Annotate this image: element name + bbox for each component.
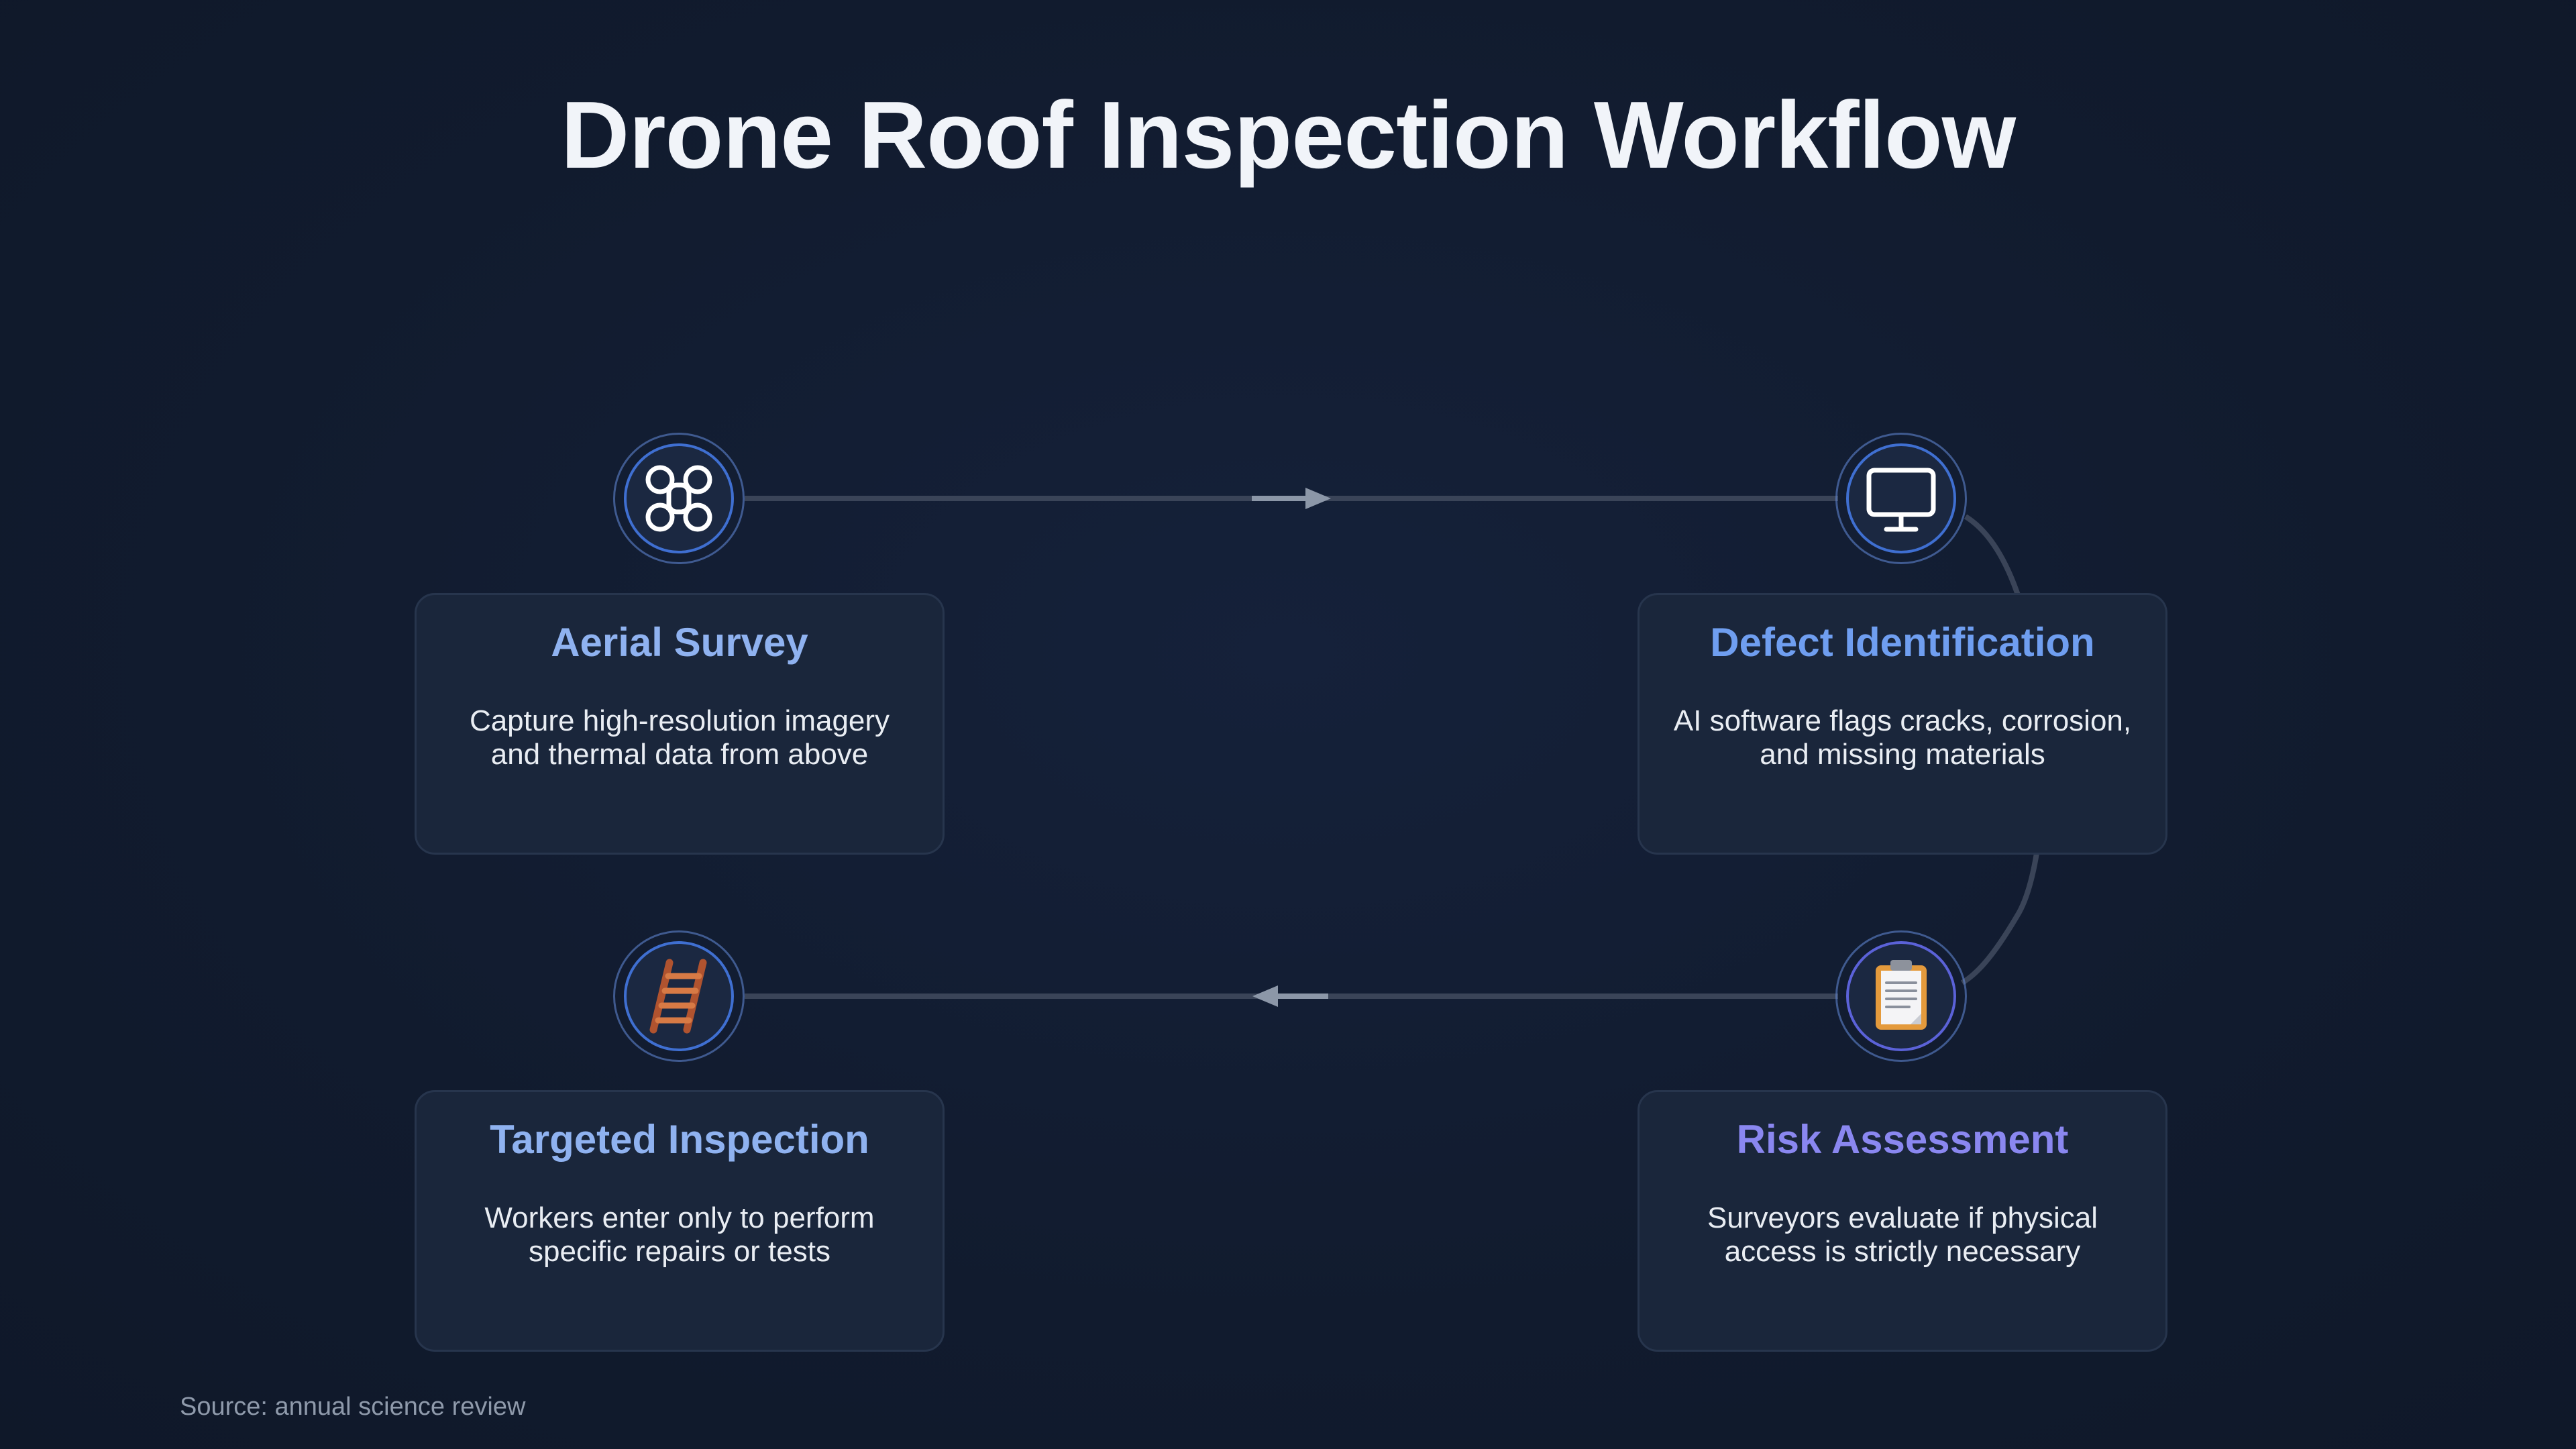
step-node-aerial-survey [613,433,745,564]
step-title: Aerial Survey [551,620,808,665]
source-note: Source: annual science review [180,1393,526,1421]
step-description: Workers enter only to perform specific r… [484,1201,875,1268]
step-card-targeted-inspection: Targeted Inspection Workers enter only t… [415,1090,945,1352]
workflow-connectors [745,488,2046,1007]
step-node-targeted-inspection [613,930,745,1062]
step-description: Surveyors evaluate if physical access is… [1707,1201,2098,1268]
monitor-icon [1866,468,1936,532]
clipboard-icon [1876,960,1927,1030]
flow-arrow-left-head [1252,985,1278,1007]
step-node-defect-identification [1835,433,1967,564]
drone-icon [645,465,712,532]
step-title: Risk Assessment [1736,1117,2069,1162]
step-card-defect-identification: Defect Identification AI software flags … [1638,593,2167,855]
flow-arrow-right-head [1305,488,1331,509]
step-description: AI software flags cracks, corrosion, and… [1673,704,2132,771]
step-card-risk-assessment: Risk Assessment Surveyors evaluate if ph… [1638,1090,2167,1352]
step-card-aerial-survey: Aerial Survey Capture high-resolution im… [415,593,945,855]
ladder-icon [649,959,707,1034]
step-node-risk-assessment [1835,930,1967,1062]
step-description: Capture high-resolution imagery and ther… [469,704,890,771]
step-title: Defect Identification [1710,620,2095,665]
step-title: Targeted Inspection [490,1117,869,1162]
